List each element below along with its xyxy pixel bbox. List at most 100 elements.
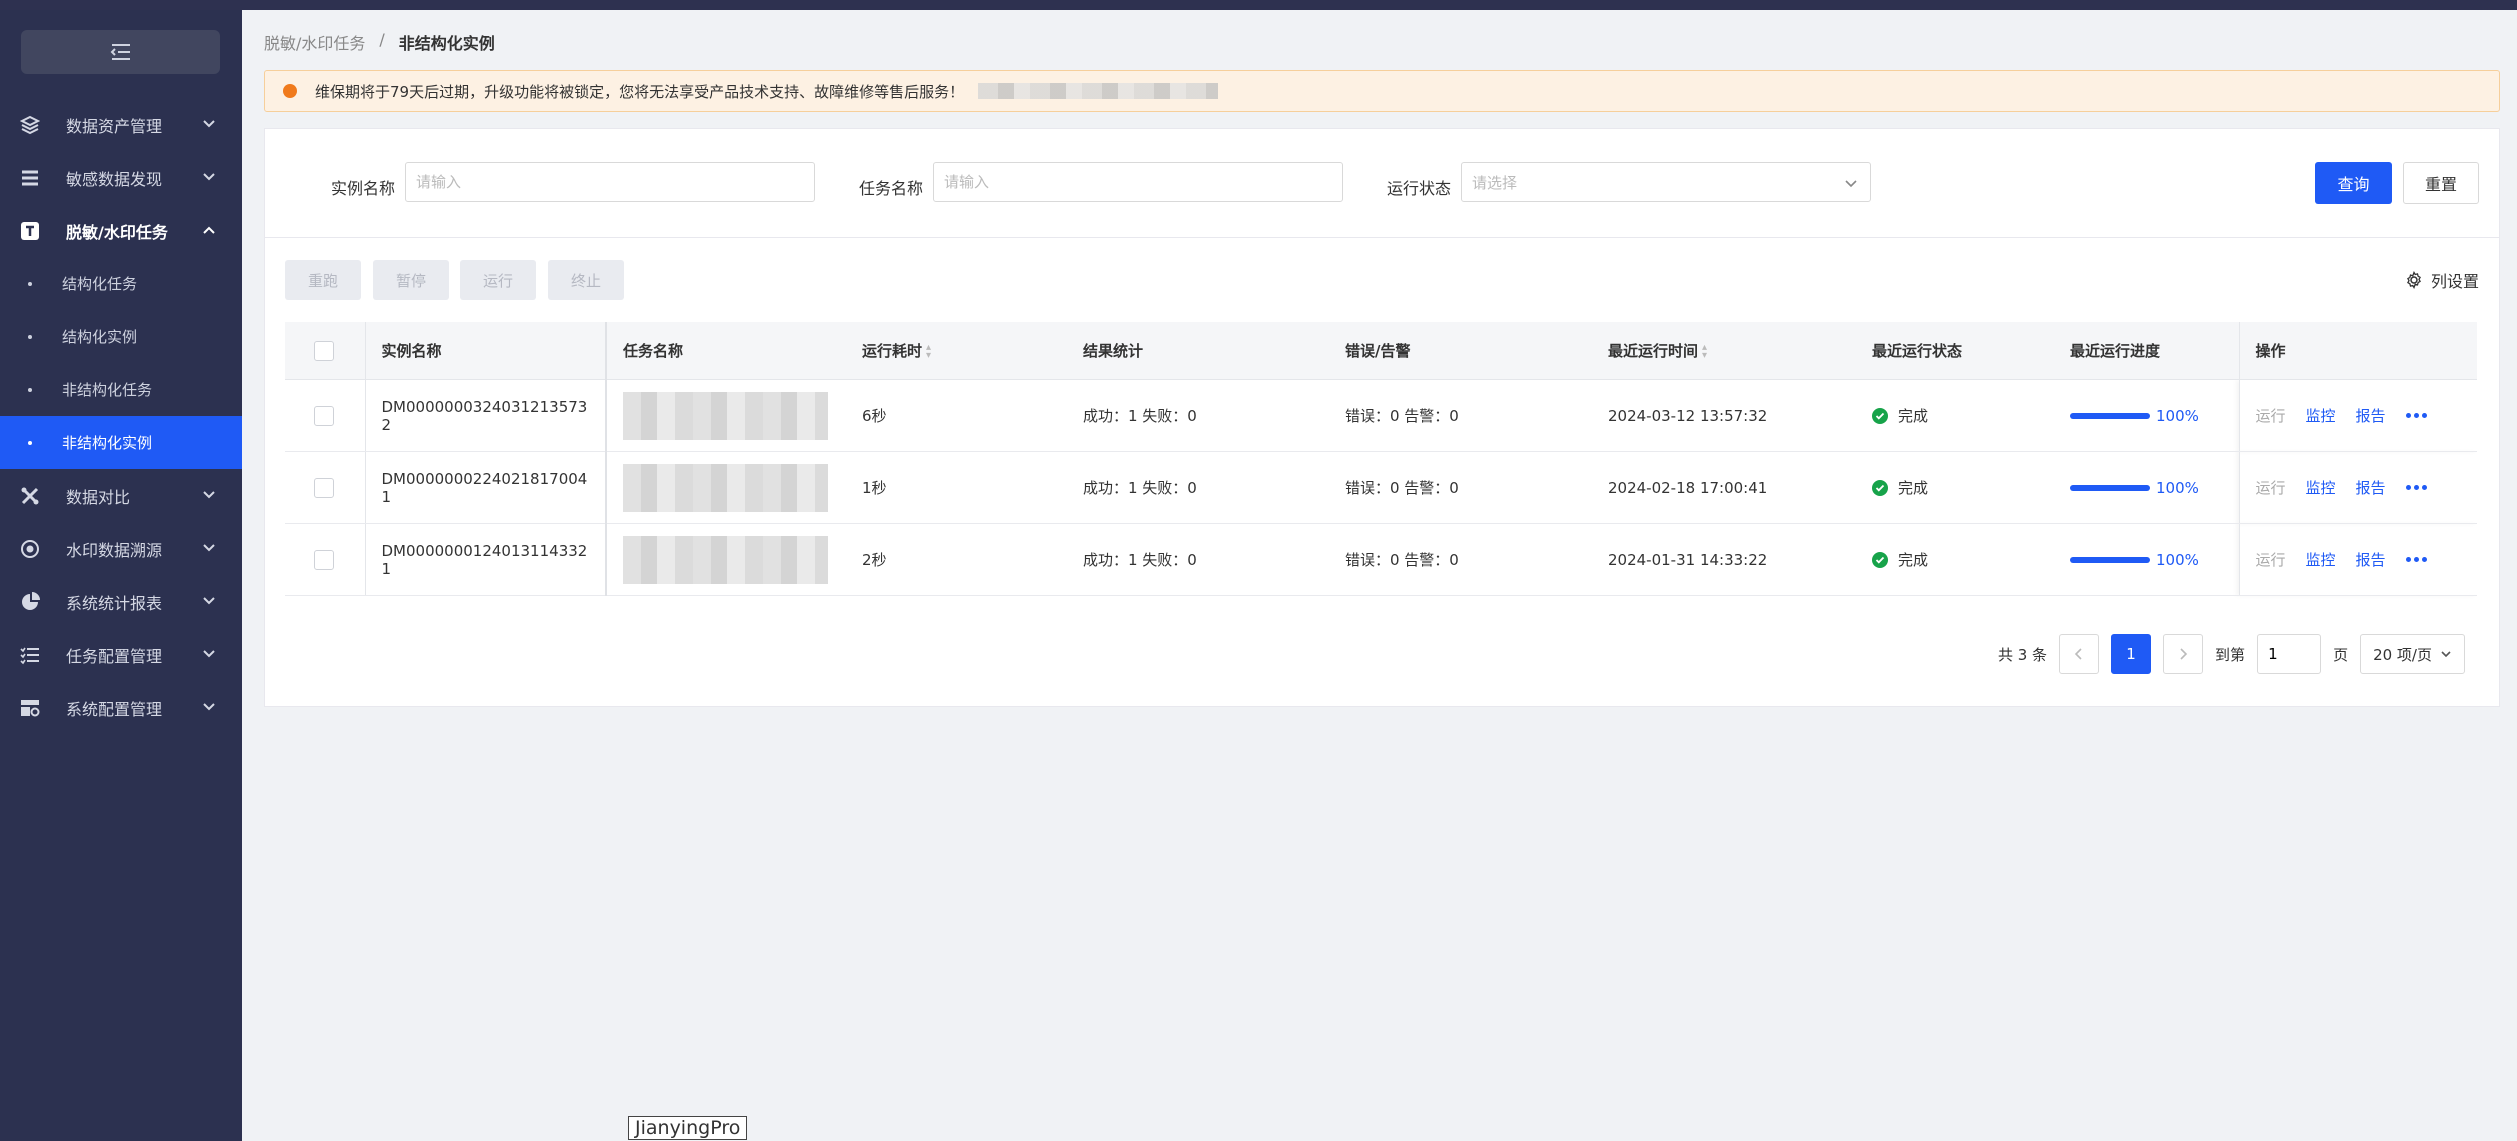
row-monitor-link[interactable]: 监控 (2306, 549, 2336, 570)
cell-ops: 运行 监控 报告 (2238, 451, 2477, 524)
sidebar-item-label: 非结构化实例 (62, 434, 153, 452)
sidebar-item-system-config[interactable]: 系统配置管理 (0, 681, 242, 734)
next-page-button[interactable] (2163, 634, 2204, 674)
sidebar-item-label: 结构化实例 (62, 328, 138, 346)
sidebar-item-label: 系统配置管理 (66, 699, 163, 719)
rerun-button[interactable]: 重跑 (285, 260, 361, 300)
sidebar-item-structured-task[interactable]: 结构化任务 (0, 257, 242, 310)
row-select-cell (285, 523, 366, 596)
cell-result: 成功：1 失败：0 (1067, 379, 1329, 452)
row-monitor-link[interactable]: 监控 (2306, 477, 2336, 498)
pause-button[interactable]: 暂停 (373, 260, 449, 300)
page-unit-label: 页 (2333, 645, 2349, 664)
header-duration[interactable]: 运行耗时 ▴ ▾ (846, 322, 1067, 380)
cell-task-name (606, 523, 846, 596)
header-result: 结果统计 (1067, 322, 1329, 380)
sidebar-item-unstructured-instance[interactable]: 非结构化实例 (0, 416, 242, 469)
sidebar-item-structured-instance[interactable]: 结构化实例 (0, 310, 242, 363)
row-report-link[interactable]: 报告 (2356, 477, 2386, 498)
sidebar-item-label: 系统统计报表 (66, 593, 163, 613)
table-row: DM0000000124013114332 1 2秒 成功：1 失败：0 错误：0… (285, 523, 2477, 596)
table-row: DM0000000224021817004 1 1秒 成功：1 失败：0 错误：0… (285, 451, 2477, 524)
sidebar-item-data-assets[interactable]: 数据资产管理 (0, 98, 242, 151)
sidebar-collapse-button[interactable] (21, 30, 220, 74)
column-settings-button[interactable]: 列设置 (2405, 268, 2479, 292)
pie-chart-icon (20, 591, 40, 612)
prev-page-button[interactable] (2059, 634, 2100, 674)
chevron-down-icon (203, 597, 215, 605)
sidebar-item-mask-watermark-task[interactable]: 脱敏/水印任务 (0, 204, 242, 257)
reset-button[interactable]: 重置 (2403, 162, 2479, 204)
breadcrumb-parent[interactable]: 脱敏/水印任务 (264, 30, 365, 54)
select-all-checkbox[interactable] (314, 340, 335, 361)
alert-message: 维保期将于79天后过期，升级功能将被锁定，您将无法享受产品技术支持、故障维修等售… (315, 82, 965, 101)
sidebar-item-task-config[interactable]: 任务配置管理 (0, 628, 242, 681)
row-checkbox[interactable] (314, 549, 335, 570)
row-run-link[interactable]: 运行 (2256, 405, 2286, 426)
more-icon[interactable] (2405, 557, 2427, 562)
instance-name-line1: DM0000000224021817004 (381, 469, 588, 488)
instance-name-input[interactable] (405, 162, 815, 202)
more-icon[interactable] (2405, 485, 2427, 490)
sidebar-item-data-compare[interactable]: 数据对比 (0, 469, 242, 522)
sidebar-item-label: 非结构化任务 (62, 381, 153, 399)
cell-status: 完成 (1856, 379, 2054, 452)
sidebar-item-sensitive-discovery[interactable]: 敏感数据发现 (0, 151, 242, 204)
goto-label: 到第 (2215, 645, 2246, 664)
row-report-link[interactable]: 报告 (2356, 405, 2386, 426)
checklist-icon (20, 645, 40, 665)
sidebar-item-unstructured-task[interactable]: 非结构化任务 (0, 363, 242, 416)
cell-errors: 错误：0 告警：0 (1329, 379, 1592, 452)
header-last-time[interactable]: 最近运行时间 ▴ ▾ (1592, 322, 1856, 380)
cell-ops: 运行 监控 报告 (2238, 523, 2477, 596)
sidebar-item-label: 敏感数据发现 (66, 169, 163, 189)
row-checkbox[interactable] (314, 477, 335, 498)
status-text: 完成 (1898, 551, 1929, 569)
instance-name-line2: 1 (381, 487, 392, 506)
breadcrumb: 脱敏/水印任务 / 非结构化实例 (264, 30, 495, 54)
sort-icon[interactable]: ▴ ▾ (926, 342, 931, 360)
page-size-select[interactable]: 20 项/页 (2360, 634, 2465, 674)
run-status-select[interactable]: 请选择 (1461, 162, 1871, 202)
main-content: 脱敏/水印任务 / 非结构化实例 维保期将于79天后过期，升级功能将被锁定，您将… (242, 10, 2517, 1141)
cell-progress: 100% (2054, 523, 2239, 596)
chevron-down-icon (203, 703, 215, 711)
page-size-value: 20 项/页 (2373, 645, 2432, 664)
row-checkbox[interactable] (314, 405, 335, 426)
cell-last-time: 2024-02-18 17:00:41 (1592, 451, 1856, 524)
sort-icon[interactable]: ▴ ▾ (1702, 342, 1707, 360)
row-run-link[interactable]: 运行 (2256, 477, 2286, 498)
row-run-link[interactable]: 运行 (2256, 549, 2286, 570)
top-bar (0, 0, 2517, 10)
sidebar-item-watermark-trace[interactable]: 水印数据溯源 (0, 522, 242, 575)
run-button[interactable]: 运行 (460, 260, 536, 300)
page-button-1[interactable]: 1 (2111, 634, 2152, 674)
layers-icon (20, 115, 40, 135)
row-monitor-link[interactable]: 监控 (2306, 405, 2336, 426)
query-button[interactable]: 查询 (2315, 162, 2392, 204)
stop-button[interactable]: 终止 (548, 260, 624, 300)
header-duration-label: 运行耗时 (862, 342, 923, 360)
sidebar-item-statistics-report[interactable]: 系统统计报表 (0, 575, 242, 628)
redacted-text (978, 83, 1219, 99)
goto-page-input[interactable] (2257, 634, 2322, 674)
chevron-right-icon (2180, 648, 2188, 660)
cell-progress: 100% (2054, 379, 2239, 452)
instance-name-line2: 1 (381, 559, 392, 578)
row-report-link[interactable]: 报告 (2356, 549, 2386, 570)
chevron-down-icon (203, 650, 215, 658)
menu-fold-icon (110, 44, 130, 60)
instance-name-label: 实例名称 (331, 179, 396, 198)
more-icon[interactable] (2405, 413, 2427, 418)
chevron-down-icon (203, 491, 215, 499)
chevron-down-icon (203, 173, 215, 181)
redacted-task-name (623, 535, 828, 584)
header-errors: 错误/告警 (1329, 322, 1592, 380)
instance-name-line1: DM0000000124013114332 (381, 541, 588, 560)
sidebar-item-label: 结构化任务 (62, 275, 138, 293)
progress-bar (2070, 412, 2150, 419)
header-last-progress: 最近运行进度 (2054, 322, 2239, 380)
cell-result: 成功：1 失败：0 (1067, 523, 1329, 596)
cell-errors: 错误：0 告警：0 (1329, 523, 1592, 596)
task-name-input[interactable] (933, 162, 1343, 202)
